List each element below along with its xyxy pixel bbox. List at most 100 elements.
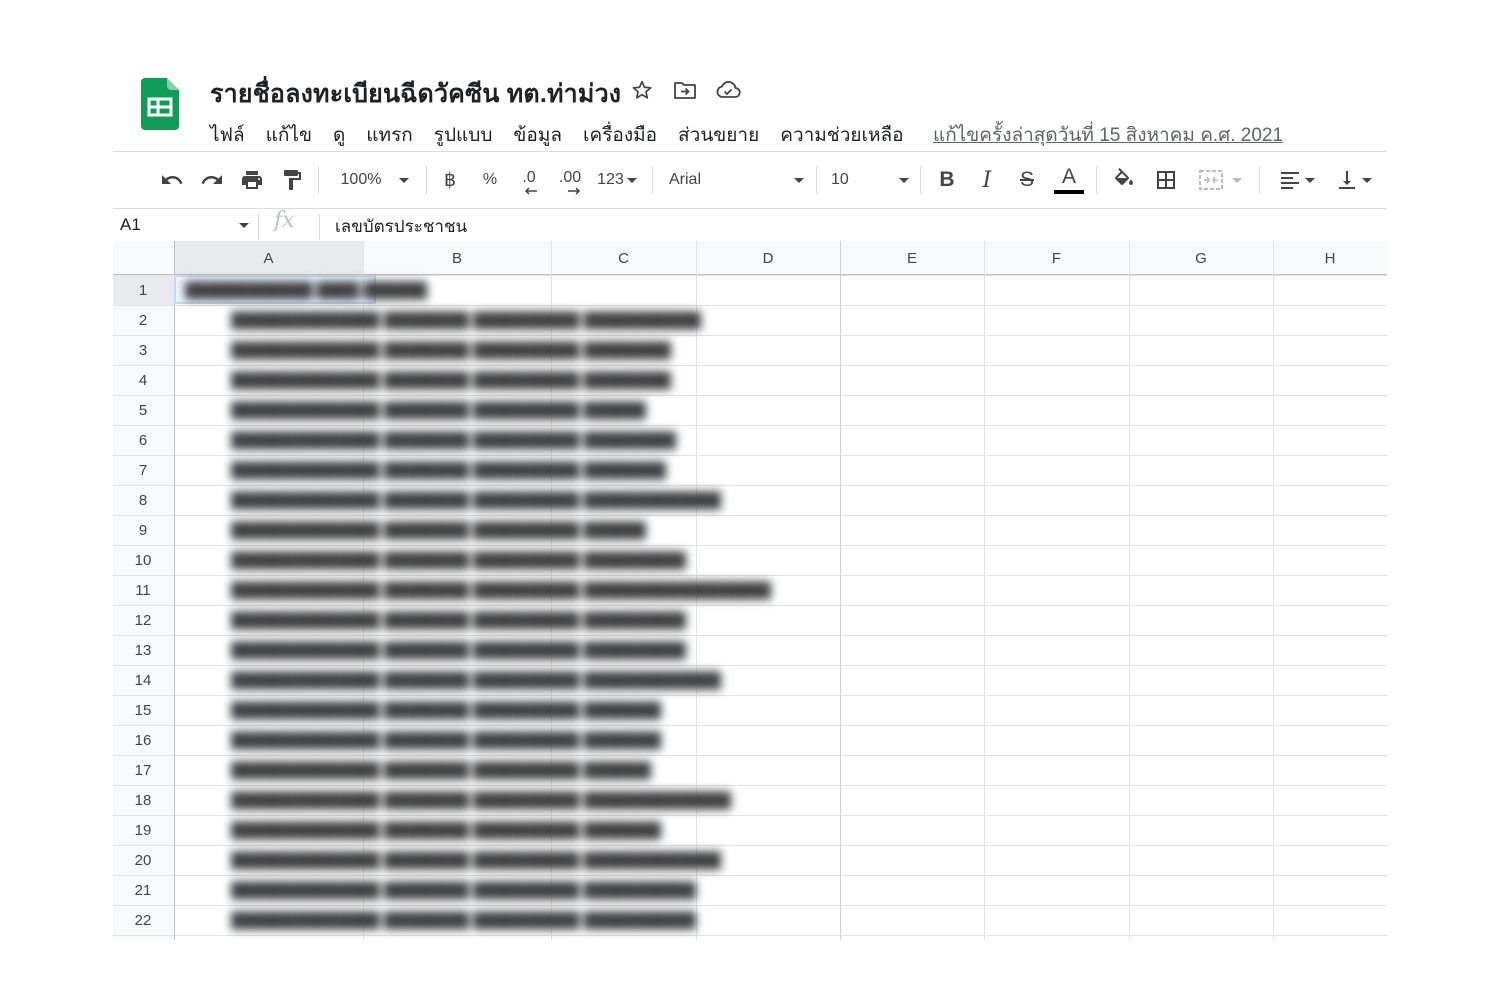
row-header-17[interactable]: 17 (113, 755, 173, 785)
blurred-row[interactable]: ██████████████ ████████ ██████████ █████… (231, 605, 686, 635)
blurred-row[interactable]: ██████████████ ████████ ██████████ █████… (231, 365, 671, 395)
toolbar-separator (1259, 166, 1260, 194)
merge-cells-icon[interactable] (1193, 162, 1247, 198)
column-header-h[interactable]: H (1273, 241, 1387, 275)
formula-input[interactable]: เลขบัตรประชาชน (335, 213, 467, 240)
star-icon[interactable] (628, 76, 656, 104)
row-header-13[interactable]: 13 (113, 635, 173, 665)
toolbar-separator (426, 166, 427, 194)
row-header-9[interactable]: 9 (113, 515, 173, 545)
name-box[interactable]: A1 (113, 209, 255, 241)
currency-format-button[interactable]: ฿ (438, 162, 462, 198)
borders-icon[interactable] (1151, 162, 1181, 198)
italic-button[interactable]: I (973, 162, 1001, 198)
menu-insert[interactable]: แทรก (366, 120, 412, 150)
percent-format-button[interactable]: % (478, 162, 502, 198)
zoom-select[interactable]: 100% (335, 162, 415, 198)
row-header-8[interactable]: 8 (113, 485, 173, 515)
blurred-row[interactable]: ██████████████ ████████ ██████████ █████… (231, 845, 721, 875)
strikethrough-button[interactable]: S (1013, 162, 1041, 198)
chevron-down-icon (794, 177, 804, 183)
blurred-row[interactable]: ██████████████ ████████ ██████████ █████… (231, 635, 686, 665)
last-edit-link[interactable]: แก้ไขครั้งล่าสุดวันที่ 15 สิงหาคม ค.ศ. 2… (933, 120, 1283, 150)
column-header-a[interactable]: A (174, 241, 363, 275)
blurred-row[interactable]: ██████████████ ████████ ██████████ █████… (231, 755, 651, 785)
increase-decimal-button[interactable]: .00 (553, 162, 587, 198)
blurred-row[interactable]: ██████████████ ████████ ██████████ █████… (231, 515, 646, 545)
font-family-select[interactable]: Arial (669, 162, 804, 198)
row-header-3[interactable]: 3 (113, 335, 173, 365)
blurred-row[interactable]: ██████████████ ████████ ██████████ █████… (231, 905, 696, 935)
decrease-decimal-button[interactable]: .0 (514, 162, 544, 198)
blurred-row[interactable]: ██████████████ ████████ ██████████ █████… (231, 395, 646, 425)
row-header-15[interactable]: 15 (113, 695, 173, 725)
row-header-12[interactable]: 12 (113, 605, 173, 635)
row-header-2[interactable]: 2 (113, 305, 173, 335)
menu-view[interactable]: ดู (333, 120, 345, 150)
row-header-11[interactable]: 11 (113, 575, 173, 605)
print-icon[interactable] (237, 162, 267, 198)
undo-icon[interactable] (157, 162, 187, 198)
row-header-5[interactable]: 5 (113, 395, 173, 425)
blurred-row[interactable]: ██████████████ ████████ ██████████ █████… (231, 785, 731, 815)
more-formats-button[interactable]: 123 (594, 162, 640, 198)
redo-icon[interactable] (197, 162, 227, 198)
spreadsheet-grid[interactable]: ABCDEFGH 1 2 3 4 5 6 7 8 9 10 11 12 13 14 15 16 17 18 19 20… (113, 241, 1387, 940)
row-header-6[interactable]: 6 (113, 425, 173, 455)
blurred-row[interactable]: ██████████████ ████████ ██████████ █████… (231, 485, 721, 515)
menu-format[interactable]: รูปแบบ (434, 120, 493, 150)
fill-color-icon[interactable] (1109, 162, 1139, 198)
text-color-button[interactable]: A (1053, 162, 1085, 198)
row-header-21[interactable]: 21 (113, 875, 173, 905)
blurred-row[interactable]: ██████████████ ████████ ██████████ █████… (231, 725, 661, 755)
sheets-logo-icon[interactable] (141, 78, 179, 130)
move-folder-icon[interactable] (671, 76, 699, 104)
row-header-7[interactable]: 7 (113, 455, 173, 485)
column-header-f[interactable]: F (984, 241, 1129, 275)
row-header-18[interactable]: 18 (113, 785, 173, 815)
cloud-status-icon[interactable] (714, 76, 742, 104)
blurred-row[interactable]: ██████████████ ████████ ██████████ █████… (231, 815, 661, 845)
blurred-row[interactable]: ██████████████ ████████ ██████████ █████… (231, 425, 676, 455)
column-header-b[interactable]: B (363, 241, 551, 275)
align-left-icon[interactable] (1273, 162, 1319, 198)
menu-extensions[interactable]: ส่วนขยาย (678, 120, 759, 150)
font-size-select[interactable]: 10 (831, 162, 909, 198)
blurred-row[interactable]: ██████████████ ████████ ██████████ █████… (231, 695, 661, 725)
column-header-g[interactable]: G (1129, 241, 1273, 275)
column-header-e[interactable]: E (840, 241, 984, 275)
font-family-value: Arial (669, 171, 702, 188)
blurred-row[interactable]: ██████████████ ████████ ██████████ █████… (231, 335, 671, 365)
row-header-16[interactable]: 16 (113, 725, 173, 755)
document-title[interactable]: รายชื่อลงทะเบียนฉีดวัคซีน ทต.ท่าม่วง (210, 74, 621, 114)
row-header-4[interactable]: 4 (113, 365, 173, 395)
menu-file[interactable]: ไฟล์ (210, 120, 245, 150)
column-header-c[interactable]: C (551, 241, 696, 275)
title-actions (628, 76, 742, 104)
blurred-row[interactable]: ██████████████ ████████ ██████████ █████… (231, 665, 721, 695)
chevron-down-icon (1232, 177, 1242, 183)
chevron-down-icon (1304, 177, 1315, 183)
blurred-row[interactable]: ██████████████ ████████ ██████████ █████… (231, 545, 686, 575)
menu-edit[interactable]: แก้ไข (266, 120, 312, 150)
row-header-14[interactable]: 14 (113, 665, 173, 695)
blurred-row[interactable]: ██████████████ ████████ ██████████ █████… (231, 455, 666, 485)
blurred-row[interactable]: ██████████████ ████████ ██████████ █████… (231, 575, 771, 605)
blurred-row[interactable]: ██████████████ ████████ ██████████ █████… (231, 305, 701, 335)
blurred-row[interactable]: ██████████████ ████████ ██████████ █████… (231, 875, 696, 905)
toolbar-separator (1096, 166, 1097, 194)
row-header-20[interactable]: 20 (113, 845, 173, 875)
bold-button[interactable]: B (933, 162, 961, 198)
divider (258, 214, 259, 240)
vertical-align-icon[interactable] (1329, 162, 1377, 198)
row-header-19[interactable]: 19 (113, 815, 173, 845)
row-header-10[interactable]: 10 (113, 545, 173, 575)
chevron-down-icon (626, 177, 637, 183)
menu-help[interactable]: ความช่วยเหลือ (780, 120, 903, 150)
row-header-1[interactable]: 1 (113, 275, 173, 305)
menu-data[interactable]: ข้อมูล (513, 120, 562, 150)
menu-tools[interactable]: เครื่องมือ (583, 120, 657, 150)
paint-format-icon[interactable] (277, 162, 307, 198)
row-header-22[interactable]: 22 (113, 905, 173, 935)
column-header-d[interactable]: D (696, 241, 840, 275)
